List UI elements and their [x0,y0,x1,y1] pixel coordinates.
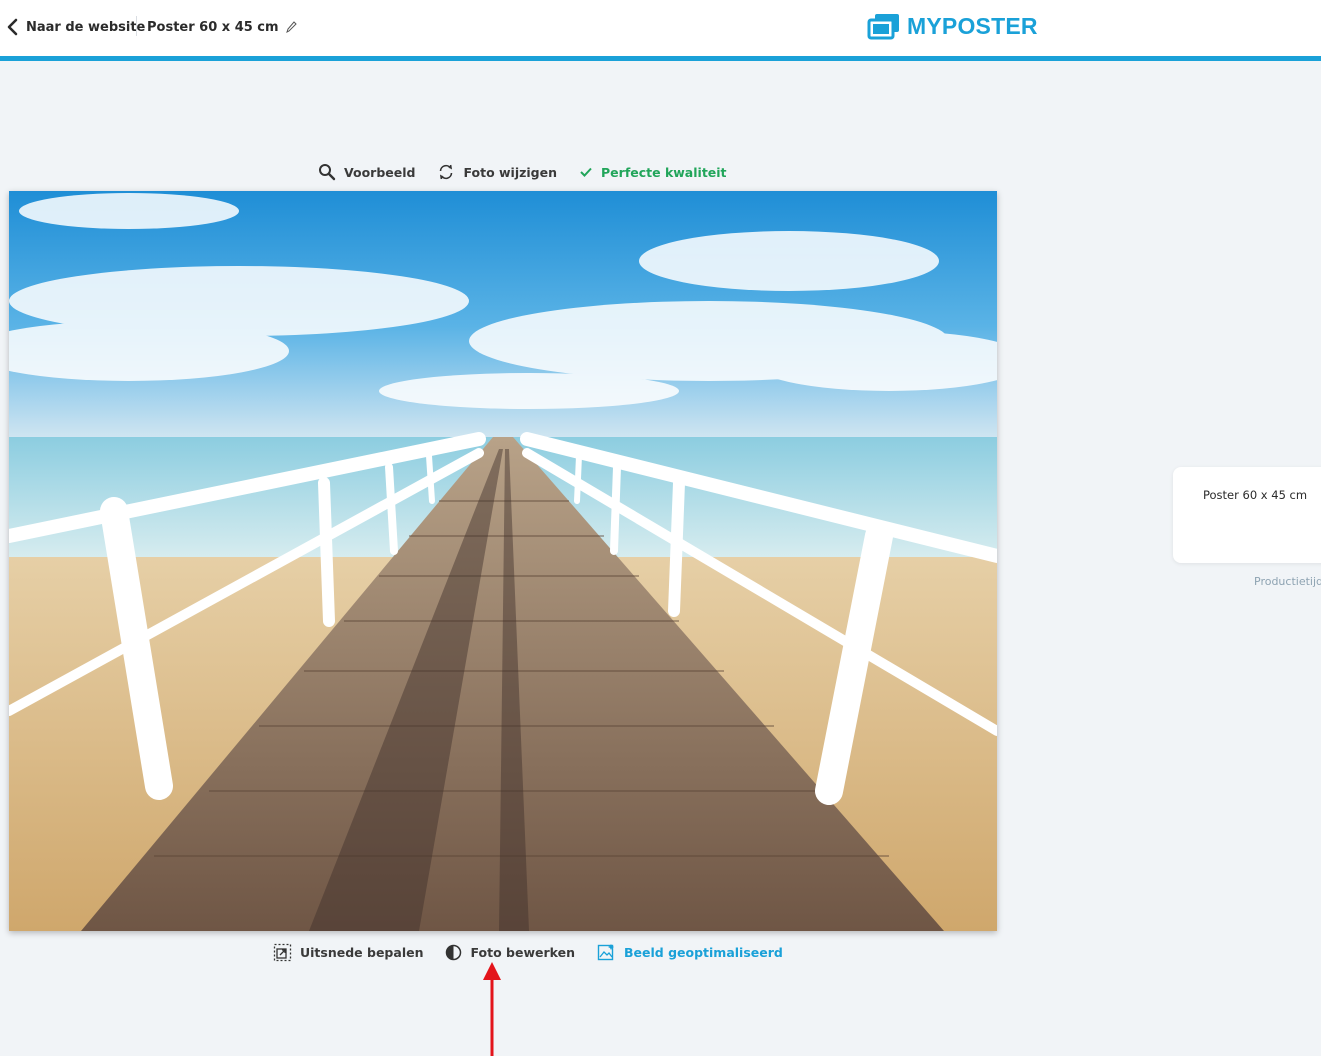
change-photo-button[interactable]: Foto wijzigen [437,163,557,181]
red-arrow-icon [483,962,501,1056]
product-name-editable[interactable]: Poster 60 x 45 cm [147,14,297,40]
change-photo-label: Foto wijzigen [463,164,558,180]
quality-indicator: Perfecte kwaliteit [579,165,727,180]
pencil-icon [285,21,297,33]
pier-photo-image [9,191,997,931]
magnifier-icon [319,164,336,181]
edit-photo-label: Foto bewerken [470,944,575,960]
back-to-website-link[interactable]: Naar de website [6,14,145,40]
production-time-note: Productietijd [1254,575,1321,588]
preview-button[interactable]: Voorbeeld [318,163,415,181]
quality-label: Perfecte kwaliteit [601,164,727,180]
refresh-icon [440,164,453,180]
myposter-logo-icon [867,14,899,40]
image-optimized-button[interactable]: Beeld geoptimaliseerd [597,943,783,962]
bottom-toolbar: Uitsnede bepalen Foto bewerken Beeld geo… [273,941,783,963]
image-optimized-label: Beeld geoptimaliseerd [624,944,783,960]
edit-photo-button[interactable]: Foto bewerken [445,944,575,961]
chevron-left-icon [7,18,18,36]
myposter-logo[interactable]: MYPOSTER [865,12,1038,40]
crop-button[interactable]: Uitsnede bepalen [273,943,423,962]
crop-icon [273,943,292,961]
poster-photo-preview[interactable] [9,191,997,931]
product-name-label: Poster 60 x 45 cm [147,19,279,35]
header-divider [136,16,137,36]
contrast-icon [446,944,462,960]
product-summary-card: Poster 60 x 45 cm [1173,467,1321,563]
crop-label: Uitsnede bepalen [300,944,424,960]
top-header: Naar de website Poster 60 x 45 cm MYPOST… [0,0,1321,61]
logo-text: MYPOSTER [907,12,1038,39]
top-toolbar: Voorbeeld Foto wijzigen Perfecte kwalite… [318,161,727,183]
preview-label: Voorbeeld [344,164,416,180]
magic-image-icon [597,943,614,960]
back-link-label: Naar de website [26,19,146,35]
check-icon [580,167,592,177]
side-card-title: Poster 60 x 45 cm [1203,488,1308,502]
